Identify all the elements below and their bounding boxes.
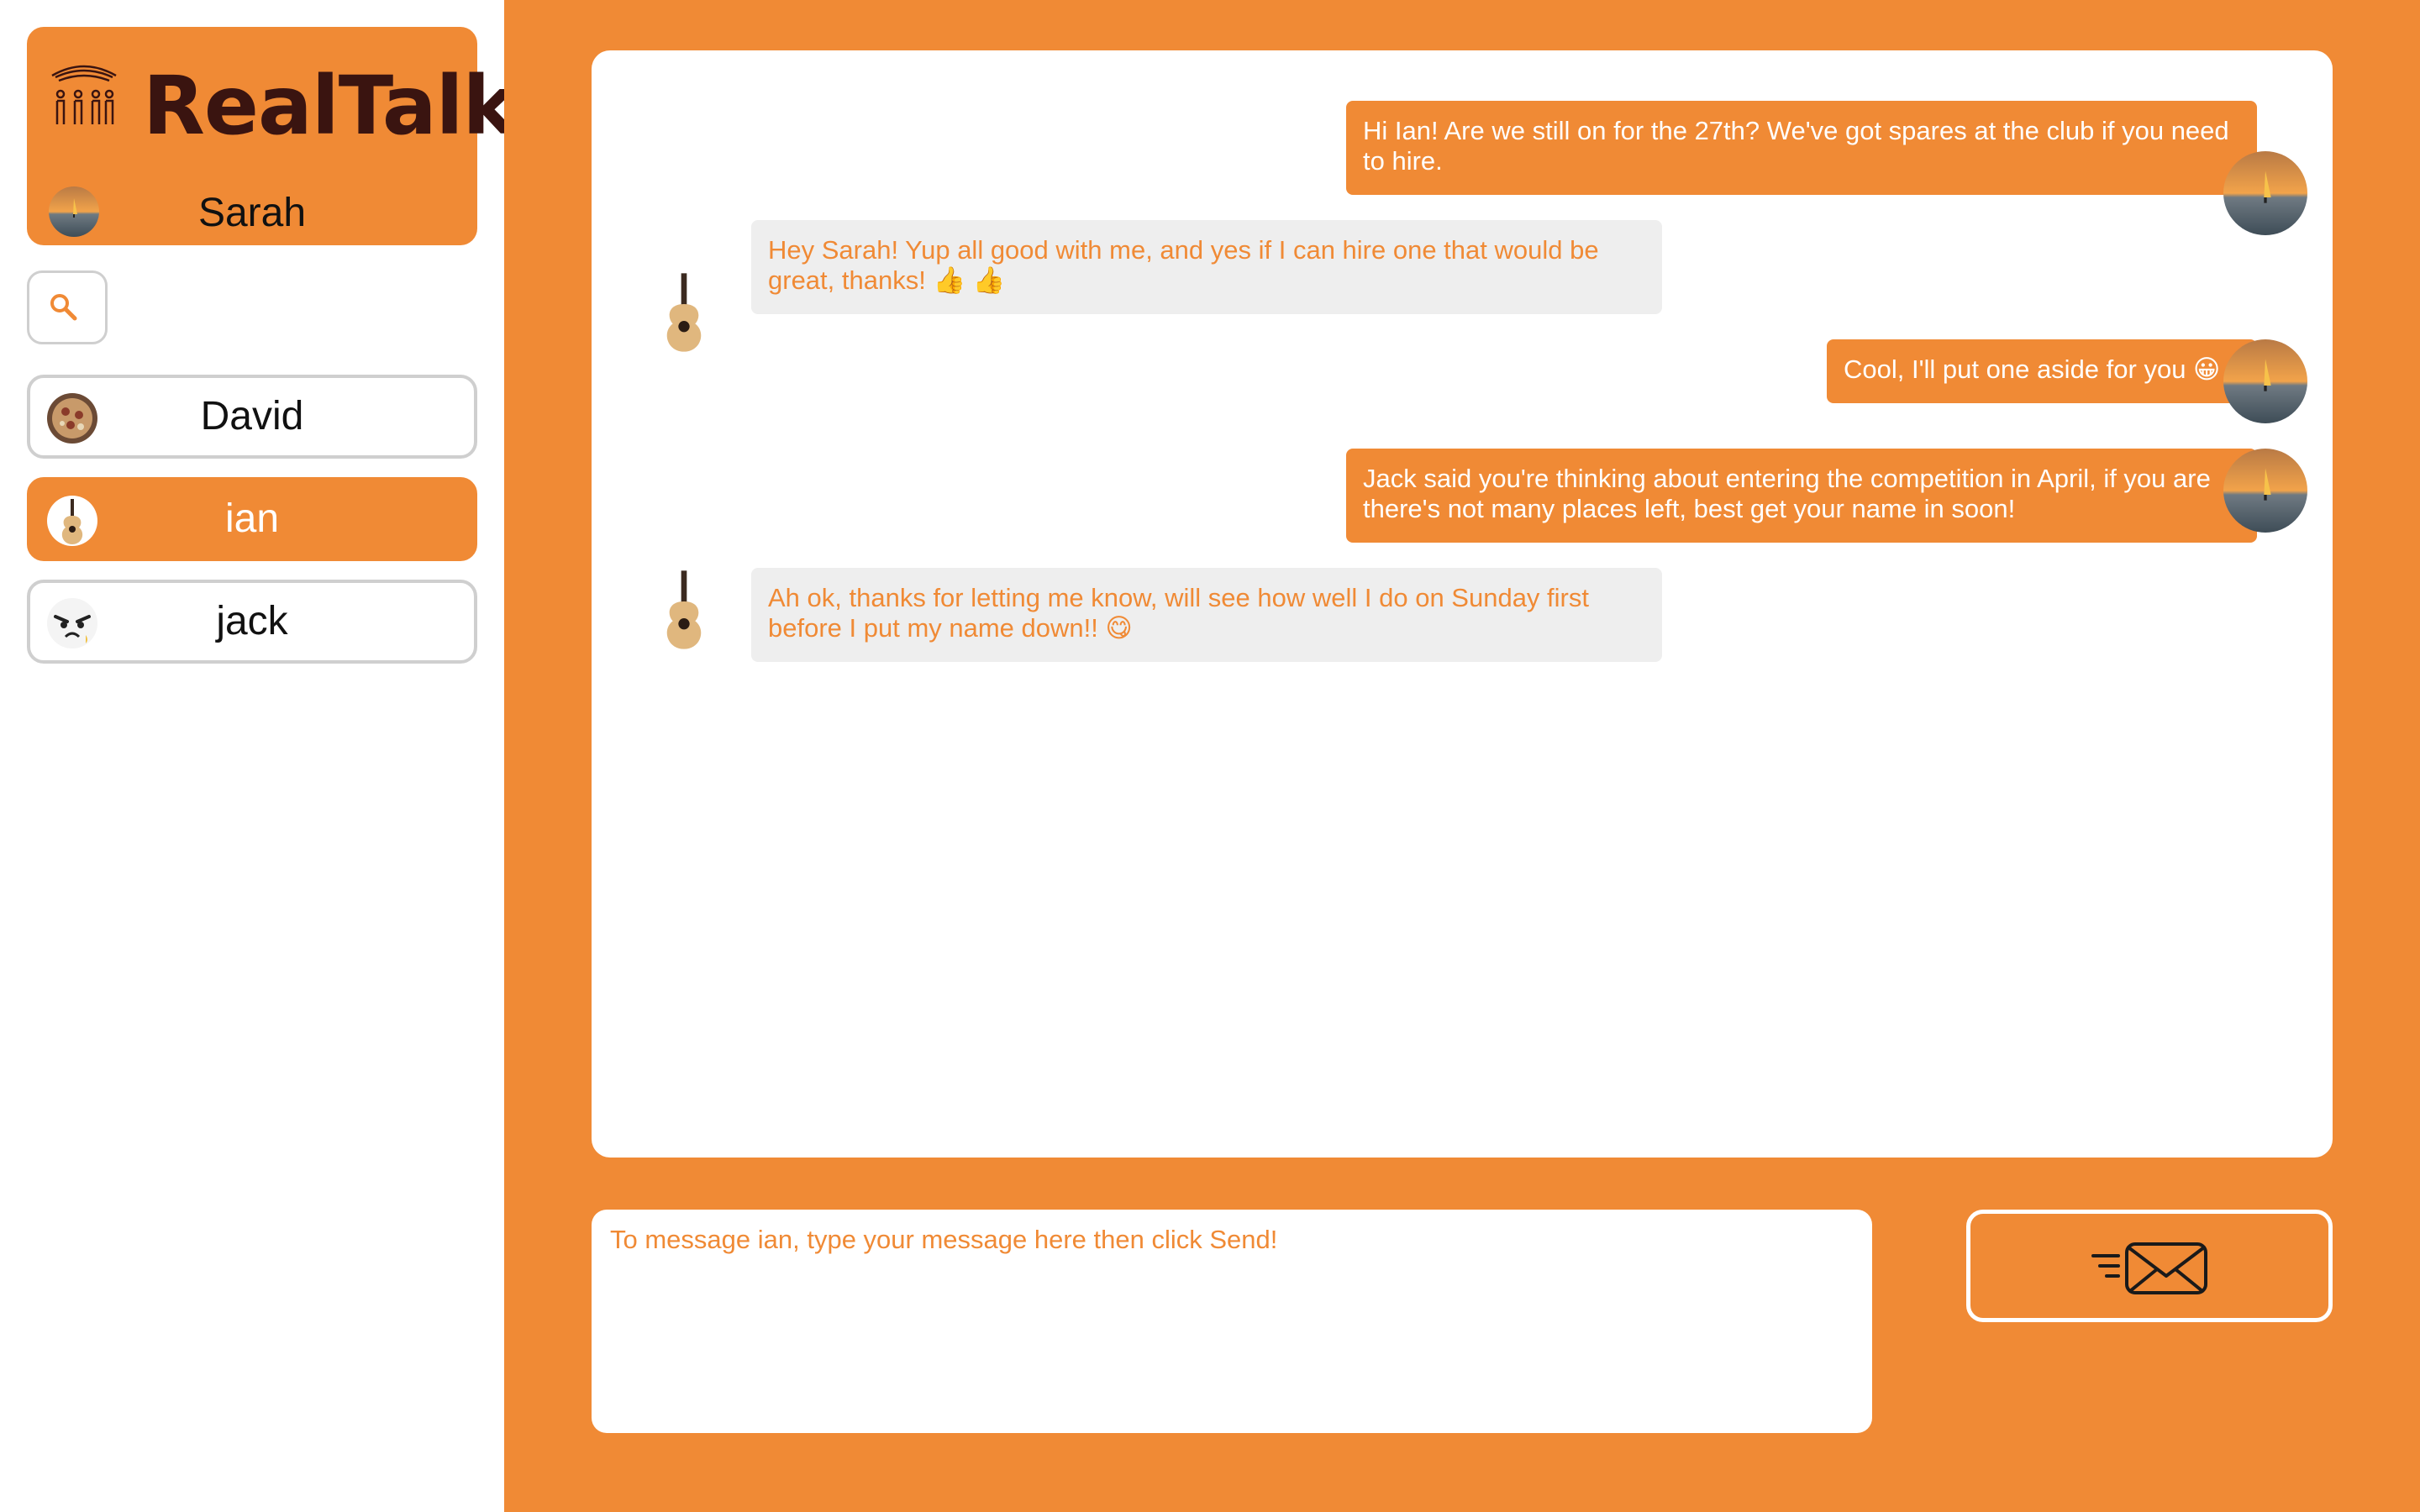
- logo-icon: [51, 65, 117, 124]
- app-title: RealTalk: [143, 59, 516, 153]
- search-button[interactable]: [27, 270, 108, 344]
- sender-avatar: [642, 568, 726, 652]
- search-icon: [50, 294, 77, 321]
- chat-panel: Hi Ian! Are we still on for the 27th? We…: [592, 50, 2333, 1158]
- outgoing-message: Cool, I'll put one aside for you 😀: [1827, 339, 2257, 403]
- message-row: Cool, I'll put one aside for you 😀: [592, 339, 2333, 423]
- send-mail-icon: [2091, 1242, 2207, 1294]
- contact-item-david[interactable]: David: [27, 375, 477, 459]
- current-user-name: Sarah: [197, 191, 307, 235]
- message-input[interactable]: [592, 1210, 1872, 1433]
- sender-avatar: [2223, 339, 2307, 423]
- message-row: Hi Ian! Are we still on for the 27th? We…: [592, 101, 2333, 235]
- send-button[interactable]: [1966, 1210, 2333, 1322]
- sunset-sailboard-avatar-icon: [2223, 339, 2307, 423]
- sidebar: RealTalk Sarah David ian jack: [0, 0, 516, 1512]
- incoming-message: Ah ok, thanks for letting me know, will …: [751, 568, 1662, 662]
- message-row: Ah ok, thanks for letting me know, will …: [592, 568, 2333, 662]
- sender-avatar: [2223, 449, 2307, 533]
- message-row: Hey Sarah! Yup all good with me, and yes…: [592, 220, 2333, 354]
- current-user: Sarah: [49, 185, 455, 239]
- contact-name: David: [200, 394, 304, 438]
- brand-card: RealTalk Sarah: [27, 27, 516, 245]
- contact-item-ian[interactable]: ian: [27, 477, 477, 561]
- contact-name: jack: [216, 599, 288, 643]
- outgoing-message: Jack said you're thinking about entering…: [1346, 449, 2257, 543]
- contact-name: ian: [224, 496, 280, 541]
- sunset-sailboard-avatar-icon: [2223, 449, 2307, 533]
- guitar-avatar-icon: [642, 568, 726, 652]
- contact-item-jack[interactable]: jack: [27, 580, 477, 664]
- main-area: Hi Ian! Are we still on for the 27th? We…: [504, 0, 2420, 1512]
- outgoing-message: Hi Ian! Are we still on for the 27th? We…: [1346, 101, 2257, 195]
- incoming-message: Hey Sarah! Yup all good with me, and yes…: [751, 220, 1662, 314]
- message-row: Jack said you're thinking about entering…: [592, 449, 2333, 543]
